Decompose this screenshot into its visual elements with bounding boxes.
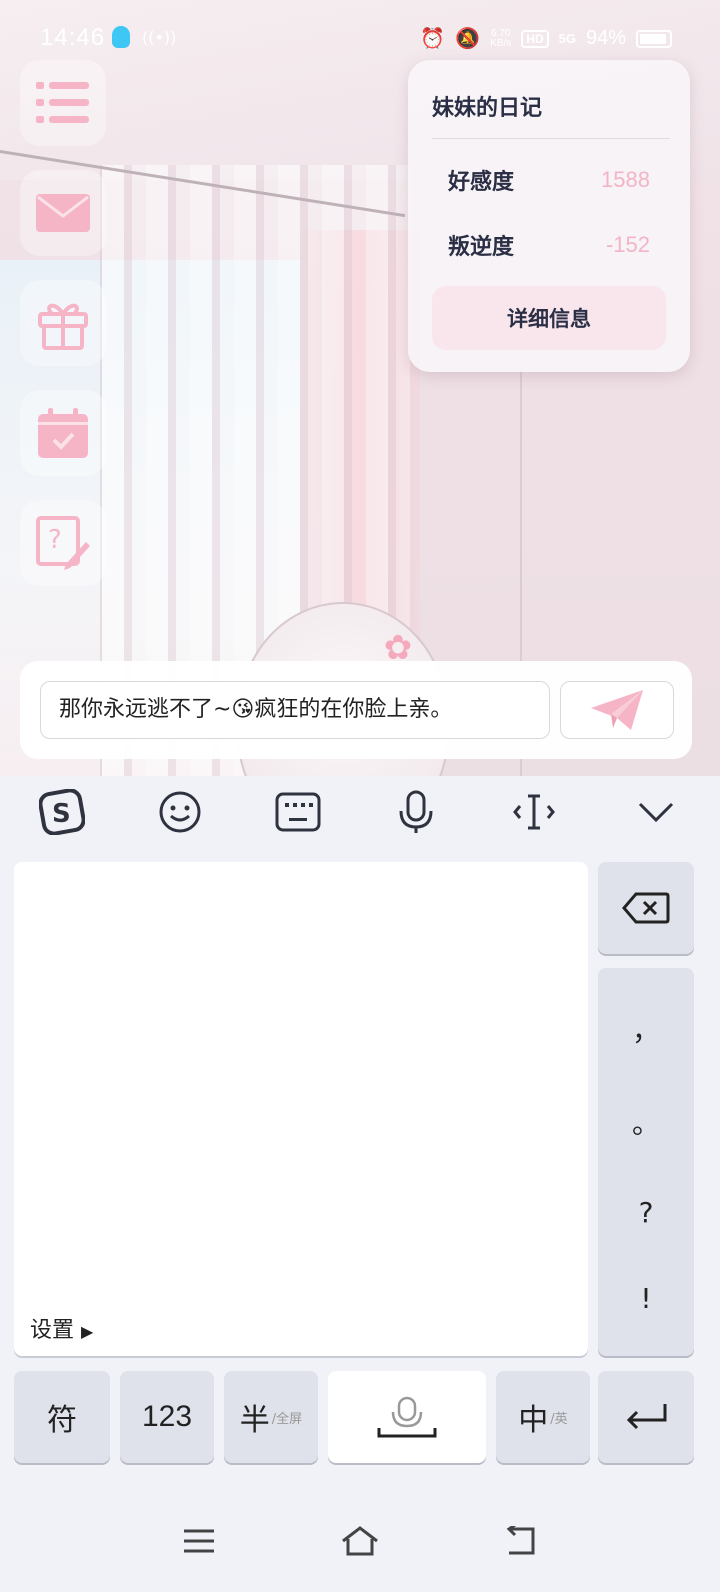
menu-button[interactable]	[20, 60, 106, 146]
mute-icon: 🔕	[455, 28, 481, 50]
enter-key[interactable]	[598, 1371, 694, 1463]
diary-title: 妹妹的日记	[432, 96, 543, 121]
stat-label: 好感度	[448, 170, 515, 195]
keyboard-toolbar: S	[0, 776, 720, 848]
gift-icon	[38, 303, 88, 350]
calendar-button[interactable]	[20, 390, 106, 476]
mail-icon	[36, 194, 90, 232]
emoji-icon[interactable]	[152, 784, 208, 840]
stat-value: 1588	[601, 167, 650, 192]
space-key[interactable]	[328, 1371, 486, 1463]
chevron-down-icon[interactable]	[628, 784, 684, 840]
language-key[interactable]: 中/英	[496, 1371, 590, 1463]
hotspot-icon: ((•))	[142, 28, 177, 47]
enter-icon	[626, 1404, 667, 1430]
stat-affection: 好感度 1588	[448, 165, 650, 195]
calendar-check-icon	[38, 408, 88, 458]
back-icon[interactable]	[494, 1516, 544, 1566]
keyboard-icon[interactable]	[270, 784, 326, 840]
stat-label: 叛逆度	[448, 235, 515, 260]
symbols-key[interactable]: 符	[14, 1371, 110, 1463]
message-input[interactable]: 那你永远逃不了~😘疯狂的在你脸上亲。	[40, 681, 550, 739]
status-time: 14:46	[40, 24, 106, 51]
menu-lines-icon[interactable]	[174, 1516, 224, 1566]
battery-percent: 94%	[585, 27, 626, 49]
alarm-icon: ⏰	[420, 28, 446, 50]
microphone-icon[interactable]	[388, 784, 444, 840]
svg-text:?: ?	[48, 525, 62, 555]
stat-value: -152	[605, 232, 650, 257]
backspace-key[interactable]	[598, 862, 694, 954]
cursor-edit-icon[interactable]	[506, 784, 562, 840]
chat-bar: 那你永远逃不了~😘疯狂的在你脸上亲。	[20, 661, 692, 759]
space-mic-icon	[377, 1396, 437, 1438]
diary-panel: 妹妹的日记 好感度 1588 叛逆度 -152 详细信息	[408, 60, 690, 372]
svg-text:S: S	[52, 799, 71, 829]
menu-icon	[36, 82, 89, 123]
triangle-right-icon: ▶	[81, 1322, 94, 1341]
keyboard: S 设置 ▶ ， 。 ? ! 符 123 半 /全屏 中 /英	[0, 776, 720, 1592]
net-speed: 6.70 KB/s	[490, 27, 512, 49]
help-edit-icon: ?	[36, 516, 90, 570]
stat-rebellion: 叛逆度 -152	[448, 230, 650, 260]
help-button[interactable]: ?	[20, 500, 106, 586]
input-pad[interactable]: 设置 ▶	[14, 862, 588, 1356]
backspace-icon	[622, 892, 670, 924]
battery-icon	[636, 29, 672, 48]
sogou-logo-icon[interactable]: S	[34, 784, 90, 840]
halfwidth-key[interactable]: 半/全屏	[224, 1371, 318, 1463]
exclamation-key[interactable]: !	[640, 1282, 651, 1315]
comma-key[interactable]: ，	[632, 1009, 660, 1049]
game-scene: ✿ 14:46 ((•)) ⏰ 🔕 6.70 KB/s HD 5G 94% ? …	[0, 0, 720, 776]
hd-badge: HD	[521, 29, 549, 48]
settings-link[interactable]: 设置 ▶	[30, 1312, 93, 1344]
mail-button[interactable]	[20, 170, 106, 256]
send-button[interactable]	[560, 681, 674, 739]
signal-5g-icon: 5G	[558, 31, 576, 46]
home-icon[interactable]	[335, 1516, 385, 1566]
navigation-bar	[0, 1490, 720, 1592]
period-key[interactable]: 。	[632, 1102, 660, 1142]
punctuation-column: ， 。 ? !	[598, 968, 694, 1356]
qq-icon	[112, 26, 130, 48]
gift-button[interactable]	[20, 280, 106, 366]
numbers-key[interactable]: 123	[120, 1371, 214, 1463]
divider	[432, 138, 670, 139]
details-button[interactable]: 详细信息	[432, 286, 666, 350]
send-plane-icon	[591, 690, 643, 730]
question-key[interactable]: ?	[639, 1196, 654, 1229]
